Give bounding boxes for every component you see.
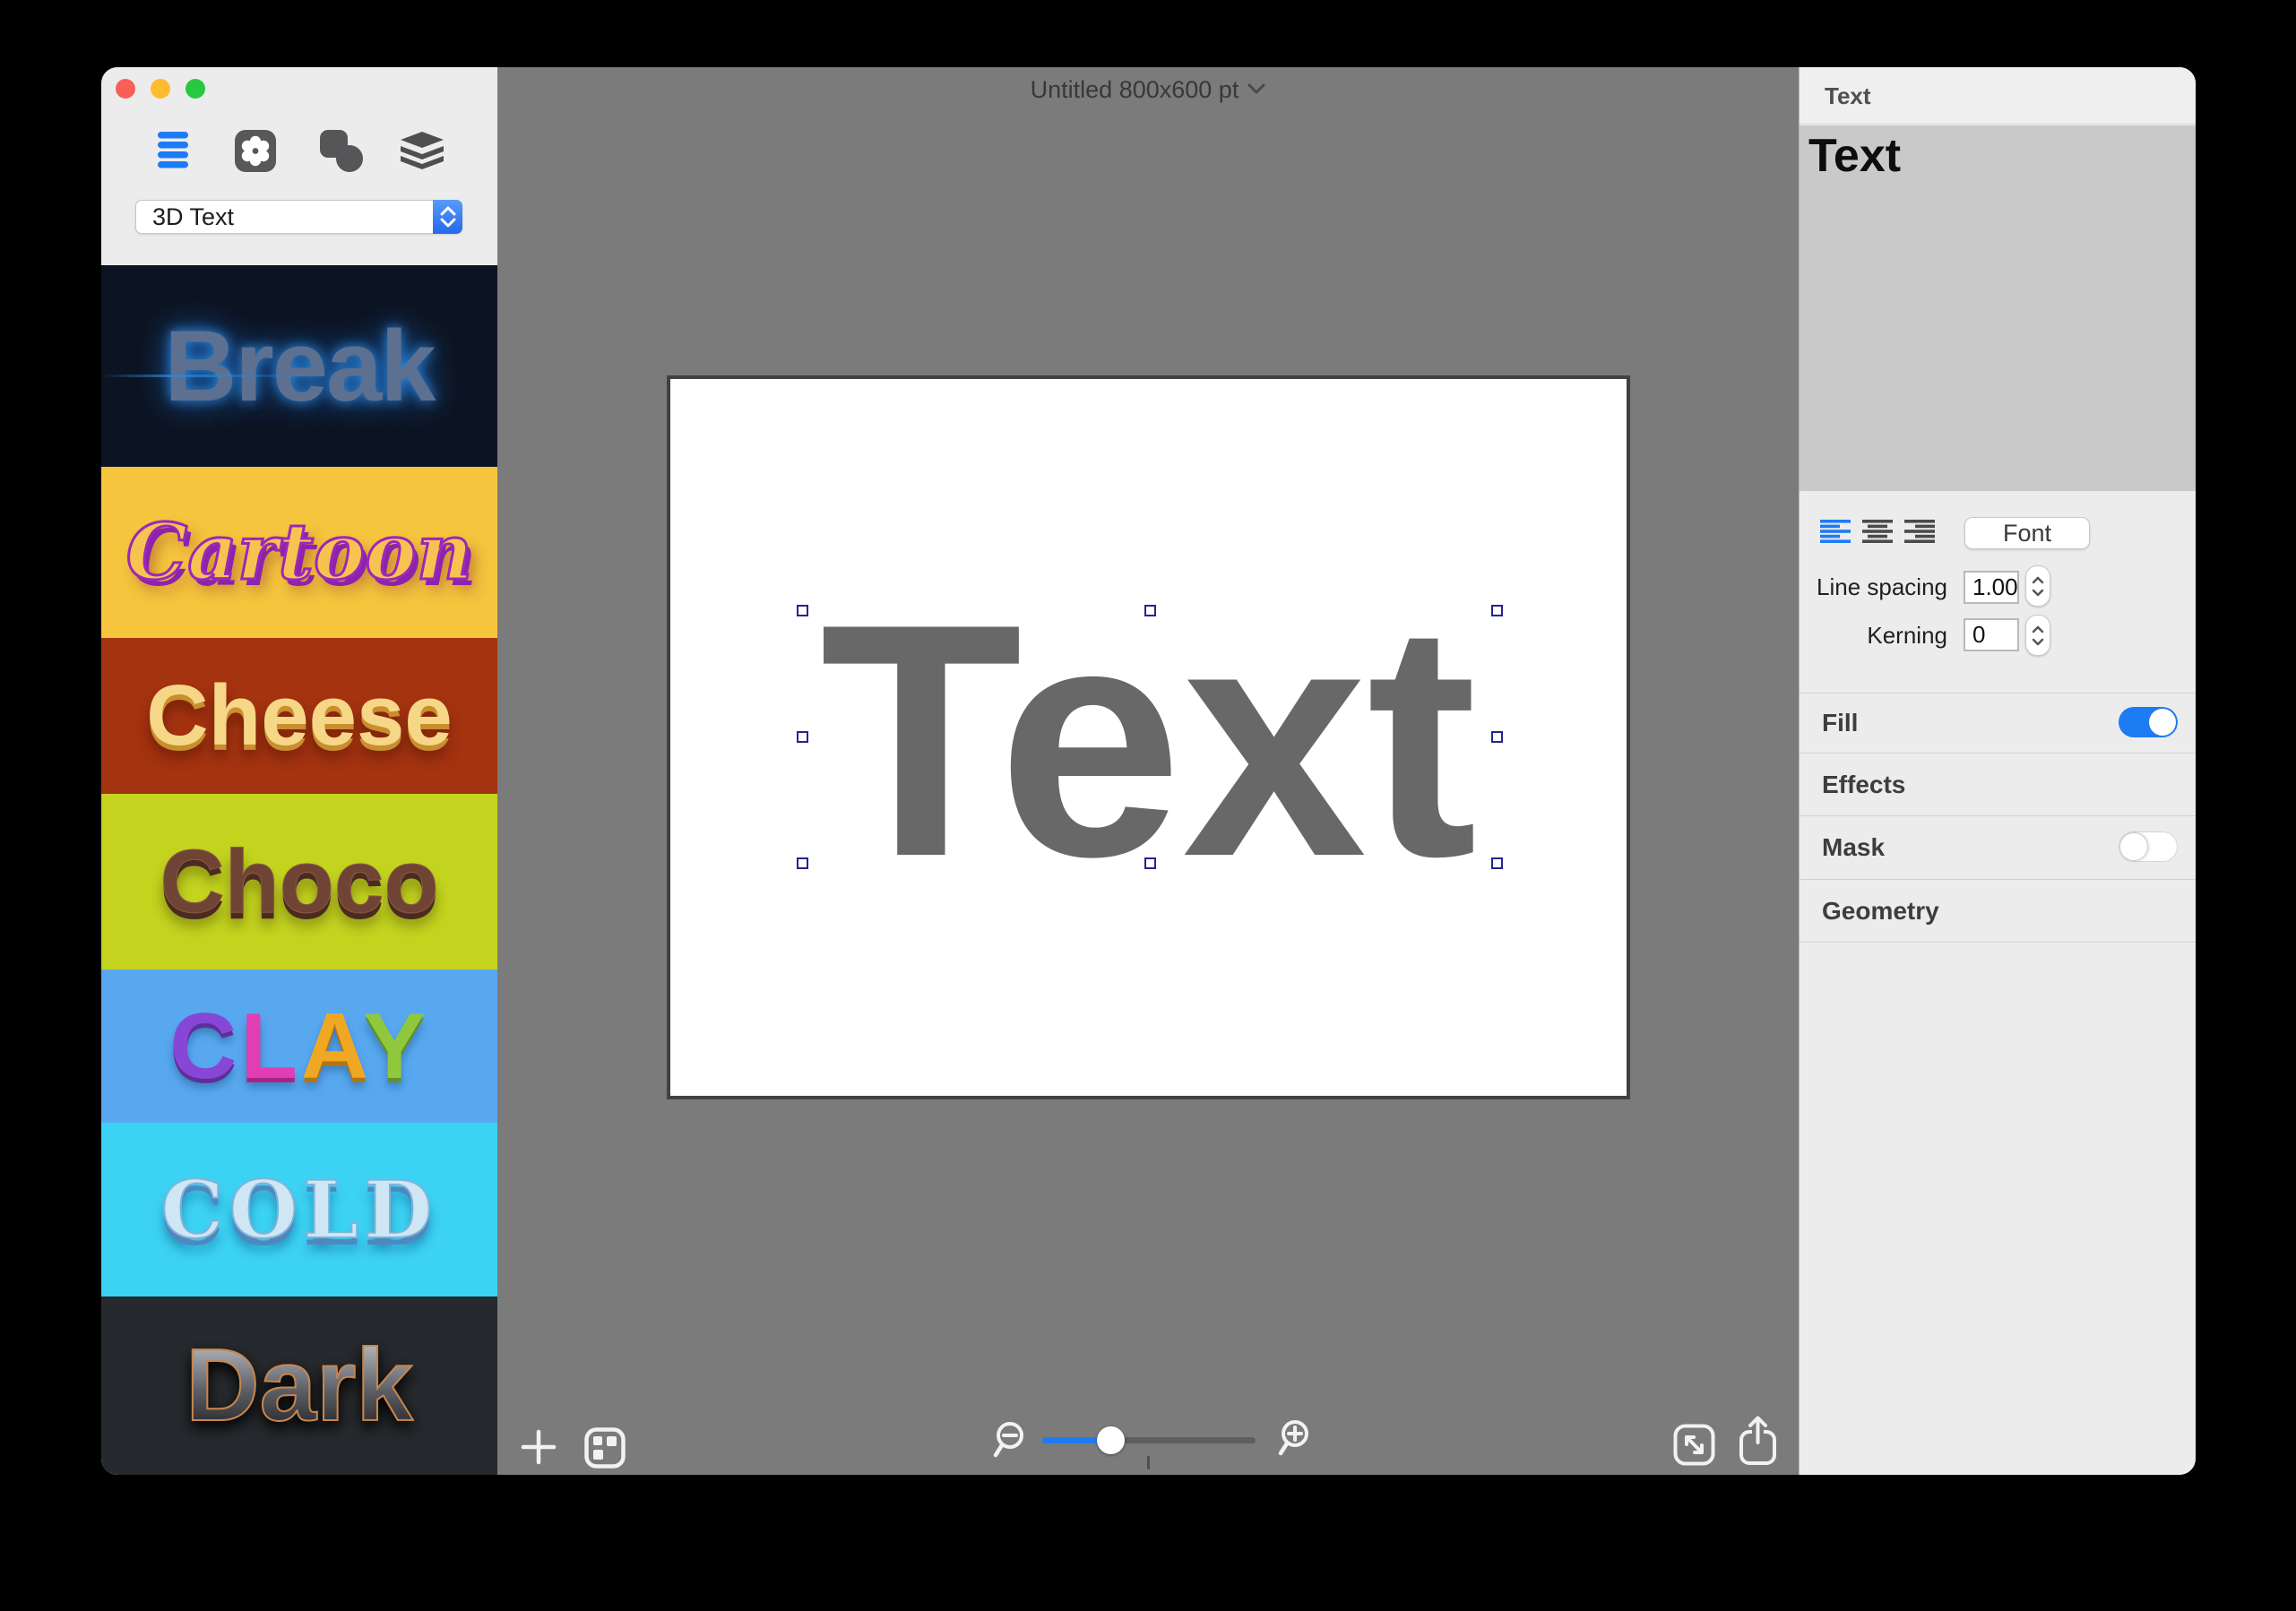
line-spacing-input[interactable] <box>1964 571 2019 604</box>
inspector-panel: Text Text Font Line spacing 1.00 Kerning… <box>1799 67 2196 1475</box>
zoom-default-tick <box>1147 1456 1150 1469</box>
line-spacing-stepper[interactable] <box>2025 565 2050 607</box>
template-clay-label: CLAY <box>169 994 429 1098</box>
text-editor-area[interactable]: Text <box>1800 125 2196 491</box>
handle-bottom-center[interactable] <box>1144 857 1156 869</box>
inspector-header: Text <box>1800 67 2196 125</box>
handle-top-right[interactable] <box>1491 605 1503 616</box>
kerning-stepper[interactable] <box>2025 615 2050 656</box>
template-dark[interactable]: Dark <box>101 1297 497 1475</box>
sidebar: 3D Text Break Cartoon Cheese Choco CLAY … <box>101 67 497 1475</box>
collage-grid-icon[interactable] <box>584 1427 626 1473</box>
divider <box>1800 693 2196 694</box>
category-dropdown-value: 3D Text <box>152 202 235 230</box>
handle-top-left[interactable] <box>797 605 808 616</box>
section-geometry-label: Geometry <box>1822 897 1939 925</box>
zoom-slider-thumb[interactable] <box>1097 1426 1125 1454</box>
template-break-label: Break <box>164 309 436 422</box>
dropdown-stepper-icon <box>433 200 462 234</box>
handle-bottom-left[interactable] <box>797 857 808 869</box>
template-cheese[interactable]: Cheese <box>101 638 497 794</box>
mask-toggle-knob <box>2119 832 2148 861</box>
templates-list-icon[interactable] <box>158 132 188 173</box>
desktop: 3D Text Break Cartoon Cheese Choco CLAY … <box>0 0 2296 1611</box>
template-choco[interactable]: Choco <box>101 794 497 969</box>
shapes-icon[interactable] <box>320 130 363 177</box>
align-right-button[interactable] <box>1904 520 1935 547</box>
kerning-input[interactable] <box>1964 618 2019 651</box>
share-icon[interactable] <box>1739 1416 1778 1470</box>
workspace: Untitled 800x600 pt Text <box>497 67 1799 1475</box>
template-break[interactable]: Break <box>101 265 497 467</box>
category-dropdown[interactable]: 3D Text <box>135 200 462 234</box>
fill-toggle-knob <box>2149 709 2176 736</box>
template-cheese-label: Cheese <box>146 668 453 763</box>
zoom-in-icon[interactable] <box>1274 1419 1314 1463</box>
mask-toggle[interactable] <box>2119 831 2178 862</box>
add-icon[interactable] <box>521 1429 557 1469</box>
zoom-window-button[interactable] <box>186 79 205 99</box>
section-effects-label: Effects <box>1822 771 1906 798</box>
divider <box>1800 815 2196 816</box>
divider <box>1800 753 2196 754</box>
align-left-button[interactable] <box>1820 520 1851 547</box>
divider <box>1800 942 2196 943</box>
template-choco-label: Choco <box>160 831 439 932</box>
layers-icon[interactable] <box>399 132 445 176</box>
app-window: 3D Text Break Cartoon Cheese Choco CLAY … <box>101 67 2196 1475</box>
template-cold-label: COLD <box>160 1163 438 1256</box>
handle-mid-right[interactable] <box>1491 731 1503 743</box>
template-cold[interactable]: COLD <box>101 1123 497 1297</box>
kerning-label: Kerning <box>1867 622 1947 649</box>
minimize-button[interactable] <box>151 79 170 99</box>
handle-mid-left[interactable] <box>797 731 808 743</box>
fill-toggle[interactable] <box>2119 707 2178 737</box>
inspector-header-title: Text <box>1825 82 1871 109</box>
styles-flower-icon[interactable] <box>235 130 276 177</box>
template-clay[interactable]: CLAY <box>101 969 497 1123</box>
template-cartoon-label: Cartoon <box>125 506 473 598</box>
title-chevron-icon <box>1247 73 1265 101</box>
handle-bottom-right[interactable] <box>1491 857 1503 869</box>
selection-box <box>797 605 1503 869</box>
zoom-slider-track[interactable] <box>1110 1437 1256 1443</box>
resize-icon[interactable] <box>1673 1424 1715 1470</box>
close-button[interactable] <box>116 79 135 99</box>
template-dark-label: Dark <box>185 1328 413 1443</box>
line-spacing-label: Line spacing <box>1817 573 1947 600</box>
document-title[interactable]: Untitled 800x600 pt <box>497 76 1799 104</box>
handle-top-center[interactable] <box>1144 605 1156 616</box>
section-mask-label: Mask <box>1822 833 1886 861</box>
zoom-out-icon[interactable] <box>993 1421 1032 1465</box>
align-center-button[interactable] <box>1862 520 1893 547</box>
text-editor-value: Text <box>1808 130 1902 182</box>
section-fill-label: Fill <box>1822 709 1859 737</box>
font-button[interactable]: Font <box>1964 517 2090 549</box>
template-cartoon[interactable]: Cartoon <box>101 467 497 638</box>
divider <box>1800 879 2196 880</box>
